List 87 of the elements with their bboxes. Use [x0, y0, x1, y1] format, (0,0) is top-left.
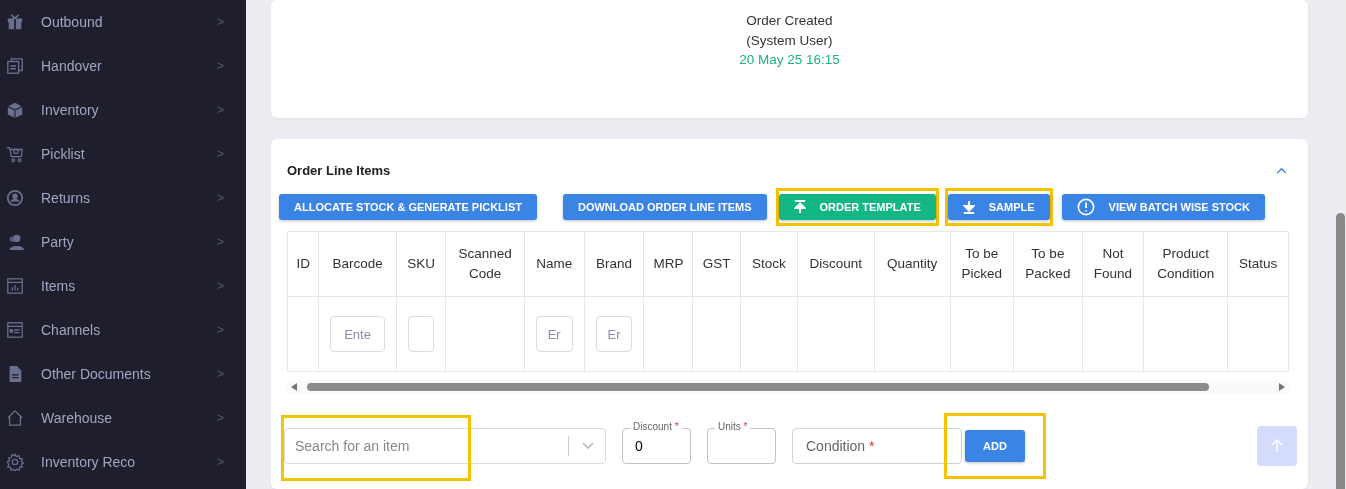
scroll-right-icon[interactable]: [1279, 383, 1285, 391]
sidebar-item[interactable]: Outbound >: [0, 0, 246, 44]
column-header: ID: [287, 231, 319, 297]
chevron-text: >: [217, 411, 224, 425]
chevron-text: >: [217, 367, 224, 381]
column-header: Discount: [797, 231, 875, 297]
column-header: Brand: [584, 231, 644, 297]
add-button[interactable]: ADD: [965, 430, 1025, 462]
chevron-text: >: [217, 279, 224, 293]
field-label: Units *: [715, 421, 751, 433]
scroll-left-icon[interactable]: [291, 383, 297, 391]
column-header: Name: [524, 231, 585, 297]
sidebar-label: Handover: [41, 58, 103, 74]
field-placeholder: Condition *: [806, 438, 875, 454]
sidebar-label: Other Documents: [41, 366, 152, 382]
column-header: MRP: [643, 231, 693, 297]
column-header: Barcode: [318, 231, 397, 297]
sidebar-item[interactable]: Returns >: [0, 176, 246, 220]
sidebar-label: Returns: [41, 190, 92, 206]
gift-icon: [6, 13, 24, 31]
cell-input[interactable]: Er: [595, 316, 633, 352]
sidebar-label: Warehouse: [41, 410, 114, 426]
chevron-text: >: [217, 323, 224, 337]
section-title: Order Line Items: [287, 162, 391, 178]
units-field[interactable]: [707, 428, 776, 464]
chevron-text: >: [217, 235, 224, 249]
column-header: Stock: [740, 231, 798, 297]
user-circle-icon: [6, 189, 24, 207]
sidebar-item[interactable]: Party >: [0, 220, 246, 264]
action-button[interactable]: VIEW BATCH WISE STOCK: [1061, 194, 1265, 220]
action-button[interactable]: DOWNLOAD ORDER LINE ITEMS: [562, 194, 767, 220]
download-icon: [962, 200, 975, 214]
sidebar-label: Inventory: [41, 102, 100, 118]
column-header: To be Packed: [1013, 231, 1083, 297]
column-header: SKU: [396, 231, 446, 297]
cell-input[interactable]: Ente: [330, 316, 385, 352]
scrollbar-thumb[interactable]: [307, 383, 1209, 391]
copies-icon: [6, 57, 24, 75]
gear-icon: [6, 453, 24, 471]
box-icon: [6, 101, 24, 119]
sidebar-item[interactable]: Handover >: [0, 44, 246, 88]
sidebar-label: Inventory Reco: [41, 454, 137, 470]
house-icon: [6, 409, 24, 427]
info-icon: [1076, 198, 1095, 216]
sidebar-item[interactable]: Other Documents >: [0, 352, 246, 396]
collapse-icon[interactable]: [1276, 166, 1287, 174]
field-label: Discount *: [630, 421, 682, 433]
cell-input[interactable]: Er: [535, 316, 573, 352]
action-button[interactable]: SAMPLE: [947, 194, 1050, 220]
upload-icon: [793, 200, 806, 214]
column-header: GST: [692, 231, 741, 297]
chevron-text: >: [217, 191, 224, 205]
column-header: Quantity: [874, 231, 951, 297]
cell-input[interactable]: [407, 316, 435, 352]
timeline-actor: (System User): [746, 31, 833, 50]
column-header: Scanned Code: [445, 231, 525, 297]
column-header: Product Condition: [1143, 231, 1228, 297]
sidebar-item[interactable]: Warehouse >: [0, 396, 246, 440]
sidebar-label: Channels: [41, 322, 102, 338]
sidebar-label: Picklist: [41, 146, 86, 162]
dropdown-icon[interactable]: [582, 442, 594, 450]
scroll-top-button[interactable]: [1257, 426, 1297, 466]
card-window-icon: [6, 321, 24, 339]
chart-window-icon: [6, 277, 24, 295]
action-button[interactable]: ALLOCATE STOCK & GENERATE PICKLIST: [279, 194, 537, 220]
condition-field[interactable]: Condition *: [792, 428, 962, 464]
cart-icon: [6, 145, 24, 163]
sidebar-item[interactable]: Picklist >: [0, 132, 246, 176]
chevron-text: >: [217, 147, 224, 161]
sidebar-label: Outbound: [41, 14, 104, 30]
chevron-text: >: [217, 59, 224, 73]
chevron-text: >: [217, 15, 224, 29]
sidebar-item[interactable]: Inventory Reco >: [0, 440, 246, 484]
item-search-field[interactable]: Search for an item: [284, 428, 606, 464]
sidebar-item[interactable]: Channels >: [0, 308, 246, 352]
chevron-text: >: [217, 103, 224, 117]
arrow-up-icon: [1271, 439, 1283, 453]
column-header: To be Picked: [950, 231, 1014, 297]
timeline-event: Order Created: [746, 12, 833, 30]
chevron-text: >: [217, 455, 224, 469]
sidebar-item[interactable]: Items >: [0, 264, 246, 308]
sidebar-label: Items: [41, 278, 77, 294]
sidebar-item[interactable]: Inventory >: [0, 88, 246, 132]
column-header: Status: [1227, 231, 1289, 297]
column-header: Not Found: [1082, 231, 1144, 297]
sidebar-label: Party: [41, 234, 75, 250]
timeline-time: 20 May 25 16:15: [739, 51, 840, 69]
